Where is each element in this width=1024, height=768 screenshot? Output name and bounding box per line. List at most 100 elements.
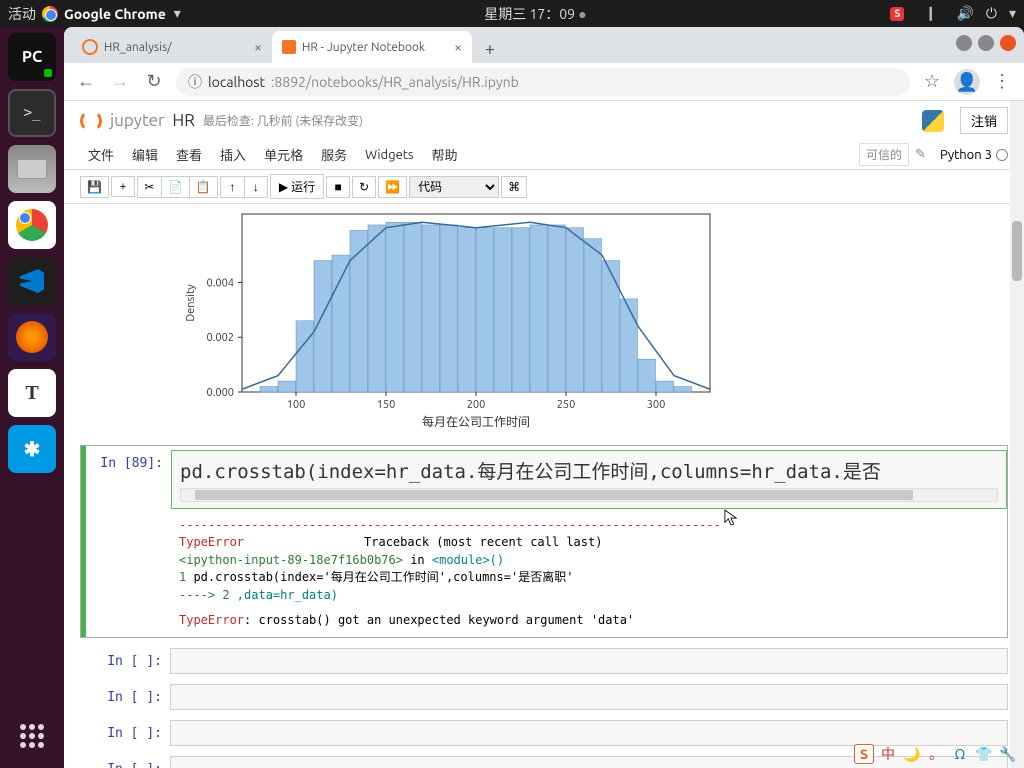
code-cell-89[interactable]: In [89]: pd.crosstab(index=hr_data.每月在公司… bbox=[80, 445, 1008, 638]
cell-output-error: ----------------------------------------… bbox=[171, 509, 1007, 633]
menu-file[interactable]: 文件 bbox=[80, 142, 122, 167]
window-maximize-button[interactable] bbox=[978, 35, 994, 51]
jupyter-favicon-icon bbox=[282, 40, 296, 54]
jupyter-logo-icon bbox=[80, 110, 102, 132]
restart-run-all-button[interactable]: ⏩ bbox=[378, 176, 407, 198]
menu-help[interactable]: 帮助 bbox=[424, 142, 466, 167]
copy-button[interactable]: 📄 bbox=[161, 176, 189, 198]
menu-cell[interactable]: 单元格 bbox=[256, 142, 311, 167]
python-logo-icon bbox=[922, 110, 944, 132]
app-launcher-icon[interactable] bbox=[8, 425, 56, 473]
add-cell-button[interactable]: + bbox=[111, 176, 135, 197]
window-close-button[interactable] bbox=[1000, 35, 1016, 51]
density-histogram: 0.0000.0020.004100150200250300每月在公司工作时间D… bbox=[180, 210, 720, 430]
empty-code-cell[interactable]: In [ ]: bbox=[80, 720, 1008, 746]
kernel-status-icon bbox=[996, 149, 1008, 161]
terminal-launcher-icon[interactable] bbox=[8, 89, 56, 137]
tab-close-icon[interactable]: × bbox=[254, 39, 262, 55]
command-palette-button[interactable]: ⌘ bbox=[501, 176, 527, 198]
ime-moon-icon[interactable]: 🌙 bbox=[902, 744, 922, 764]
sogou-ime-icon[interactable]: S bbox=[854, 744, 874, 764]
files-launcher-icon[interactable] bbox=[8, 145, 56, 193]
trusted-indicator[interactable]: 可信的 bbox=[859, 143, 909, 166]
system-tray[interactable]: S ⎹⎸ 🔊 ⏻ ▾ bbox=[890, 5, 1016, 22]
pencil-icon[interactable]: ✎ bbox=[915, 147, 926, 162]
power-icon[interactable]: ⏻ bbox=[986, 5, 997, 22]
browser-toolbar: ← → ↻ ⓘ localhost:8892/notebooks/HR_anal… bbox=[64, 63, 1024, 101]
svg-text:150: 150 bbox=[377, 399, 396, 411]
notebook-header: jupyter HR 最后检查: 几秒前 (未保存改变) 注销 bbox=[64, 101, 1024, 140]
bookmark-star-icon[interactable]: ☆ bbox=[920, 71, 944, 92]
notebook-name[interactable]: HR bbox=[172, 111, 194, 130]
save-button[interactable]: 💾 bbox=[80, 176, 109, 198]
move-down-button[interactable]: ↓ bbox=[244, 176, 268, 198]
jupyter-brand: jupyter bbox=[110, 111, 164, 130]
firefox-launcher-icon[interactable] bbox=[8, 313, 56, 361]
tab-strip: HR_analysis/ × HR - Jupyter Notebook × + bbox=[64, 27, 1024, 63]
cell-type-select[interactable]: 代码 bbox=[409, 176, 499, 198]
textedit-launcher-icon[interactable] bbox=[8, 369, 56, 417]
ubuntu-launcher bbox=[0, 27, 64, 768]
cut-button[interactable]: ✂ bbox=[137, 176, 161, 198]
menu-kernel[interactable]: 服务 bbox=[313, 142, 355, 167]
run-button[interactable]: ▶运行 bbox=[270, 174, 324, 199]
code-input[interactable] bbox=[170, 648, 1008, 674]
page-content: jupyter HR 最后检查: 几秒前 (未保存改变) 注销 文件 编辑 查看… bbox=[64, 101, 1024, 768]
tab-title: HR - Jupyter Notebook bbox=[302, 41, 425, 54]
restart-button[interactable]: ↻ bbox=[352, 176, 376, 198]
vscode-launcher-icon[interactable] bbox=[8, 257, 56, 305]
ime-omega-icon[interactable]: Ω bbox=[950, 744, 970, 764]
ime-punct-icon[interactable]: 。 bbox=[926, 744, 946, 764]
notebook-toolbar: 💾 + ✂ 📄 📋 ↑ ↓ ▶运行 ■ ↻ ⏩ 代码 ⌘ bbox=[64, 170, 1024, 204]
active-app-name[interactable]: Google Chrome bbox=[64, 6, 166, 22]
show-apps-button[interactable] bbox=[16, 720, 48, 752]
chrome-icon bbox=[42, 6, 58, 22]
paste-button[interactable]: 📋 bbox=[189, 176, 218, 198]
activities-button[interactable]: 活动 bbox=[8, 4, 36, 24]
reload-button[interactable]: ↻ bbox=[142, 71, 166, 92]
code-input[interactable] bbox=[170, 720, 1008, 746]
clock[interactable]: 星期三 17：09 bbox=[484, 6, 575, 22]
pycharm-launcher-icon[interactable] bbox=[8, 33, 56, 81]
code-input[interactable]: pd.crosstab(index=hr_data.每月在公司工作时间,colu… bbox=[171, 450, 1007, 509]
menu-edit[interactable]: 编辑 bbox=[124, 142, 166, 167]
kernel-indicator[interactable]: Python 3 bbox=[940, 148, 1008, 162]
logout-button[interactable]: 注销 bbox=[960, 107, 1008, 134]
page-vertical-scrollbar[interactable] bbox=[1010, 101, 1024, 768]
volume-icon[interactable]: 🔊 bbox=[956, 5, 973, 22]
forward-button[interactable]: → bbox=[108, 71, 132, 92]
back-button[interactable]: ← bbox=[74, 71, 98, 92]
chart-output: 0.0000.0020.004100150200250300每月在公司工作时间D… bbox=[180, 210, 1008, 433]
menu-widgets[interactable]: Widgets bbox=[357, 145, 421, 165]
ime-shirt-icon[interactable]: 👕 bbox=[974, 744, 994, 764]
ime-lang-icon[interactable]: 中 bbox=[878, 744, 898, 764]
mouse-cursor-icon bbox=[724, 508, 738, 528]
ime-toolbar[interactable]: S 中 🌙 。 Ω 👕 🔧 bbox=[854, 744, 1018, 764]
chrome-menu-icon[interactable]: ⋮ bbox=[990, 71, 1014, 92]
tab-hr-notebook[interactable]: HR - Jupyter Notebook × bbox=[272, 31, 472, 63]
menu-view[interactable]: 查看 bbox=[168, 142, 210, 167]
empty-code-cell[interactable]: In [ ]: bbox=[80, 684, 1008, 710]
network-icon[interactable]: ⎹⎸ bbox=[916, 5, 944, 22]
interrupt-button[interactable]: ■ bbox=[326, 176, 350, 198]
code-input[interactable] bbox=[170, 684, 1008, 710]
notebook-cells: 0.0000.0020.004100150200250300每月在公司工作时间D… bbox=[64, 204, 1024, 768]
ime-wrench-icon[interactable]: 🔧 bbox=[998, 744, 1018, 764]
cell-prompt: In [89]: bbox=[81, 450, 171, 633]
menu-insert[interactable]: 插入 bbox=[212, 142, 254, 167]
empty-code-cell[interactable]: In [ ]: bbox=[80, 648, 1008, 674]
site-info-icon[interactable]: ⓘ bbox=[188, 72, 202, 92]
horizontal-scrollbar[interactable] bbox=[180, 488, 998, 502]
move-up-button[interactable]: ↑ bbox=[220, 176, 244, 198]
profile-icon[interactable]: 👤 bbox=[954, 69, 980, 95]
tab-title: HR_analysis/ bbox=[104, 41, 172, 54]
chrome-launcher-icon[interactable] bbox=[8, 201, 56, 249]
window-minimize-button[interactable] bbox=[956, 35, 972, 51]
tab-close-icon[interactable]: × bbox=[454, 39, 462, 55]
svg-text:每月在公司工作时间: 每月在公司工作时间 bbox=[422, 414, 530, 429]
tab-hr-analysis[interactable]: HR_analysis/ × bbox=[72, 31, 272, 63]
svg-text:100: 100 bbox=[287, 399, 306, 411]
new-tab-button[interactable]: + bbox=[476, 35, 504, 63]
sogou-tray-icon[interactable]: S bbox=[890, 7, 904, 21]
address-bar[interactable]: ⓘ localhost:8892/notebooks/HR_analysis/H… bbox=[176, 68, 910, 96]
